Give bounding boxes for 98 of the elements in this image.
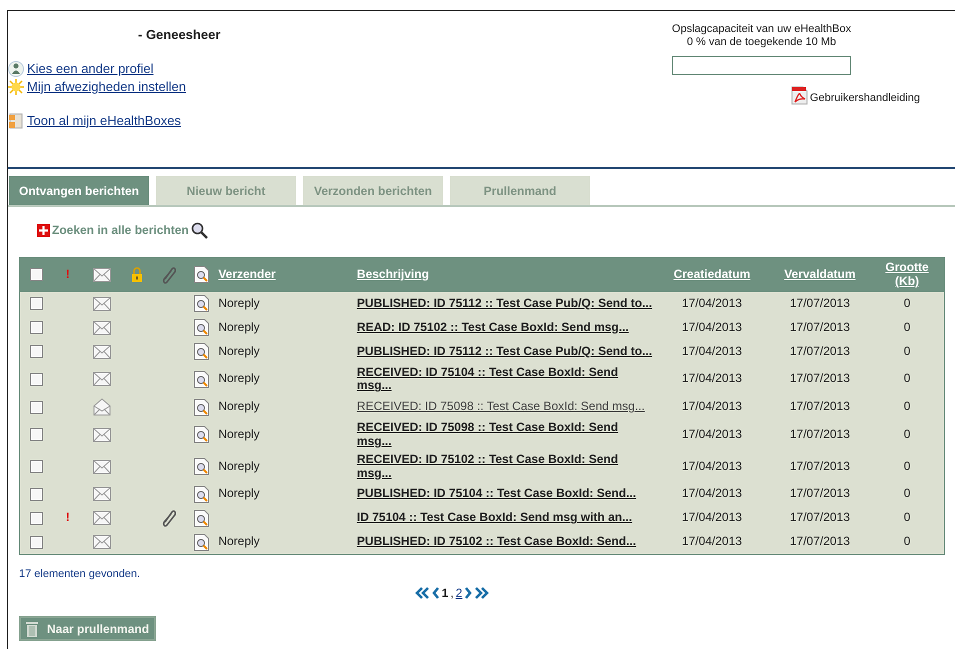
document-preview-icon [194,343,209,360]
envelope-icon [92,268,111,282]
page-link[interactable]: 2 [456,584,462,602]
row-checkbox[interactable] [30,400,44,414]
row-checkbox[interactable] [30,512,44,525]
document-preview-icon [194,295,209,312]
sender-cell: Noreply [218,486,260,500]
date-cell: 17/07/2013 [790,344,850,358]
message-link[interactable]: PUBLISHED: ID 75112 :: Test Case Pub/Q: Send to... [356,296,652,310]
date-cell: 17/07/2013 [790,534,850,548]
date-cell: 17/07/2013 [790,320,850,334]
size-cell: 0 [904,534,910,548]
date-cell: 17/07/2013 [790,510,850,524]
size-cell: 0 [904,458,910,473]
paperclip-icon [162,266,176,284]
message-link[interactable]: RECEIVED: ID 75104 :: Test Case BoxId: Send msg... [356,366,652,394]
date-cell: 17/04/2013 [682,320,742,334]
urgent-header: ! [66,266,70,281]
sun-icon [8,78,24,94]
size-cell: 0 [904,399,910,414]
document-preview-icon [194,458,209,476]
sender-cell: Noreply [218,296,260,310]
result-count: 17 elementen gevonden. [19,566,142,582]
date-cell: 17/04/2013 [682,510,742,524]
date-cell: 17/04/2013 [682,534,742,548]
role-title: - Geneesheer [138,26,220,44]
row-checkbox[interactable] [30,536,44,549]
message-link[interactable]: RECEIVED: ID 75102 :: Test Case BoxId: Send msg... [356,452,652,480]
date-cell: 17/04/2013 [682,296,742,310]
row-checkbox[interactable] [30,428,44,442]
row-checkbox[interactable] [30,297,44,310]
size-cell: 0 [904,296,910,310]
date-cell: 17/04/2013 [682,344,742,358]
sender-cell: Noreply [218,427,260,442]
message-link[interactable]: RECEIVED: ID 75098 :: Test Case BoxId: Send msg... [356,400,645,414]
row-checkbox[interactable] [30,345,44,358]
size-cell: 0 [904,486,910,500]
urgent-mark: ! [66,510,70,524]
document-preview-icon [194,398,209,416]
next-page-icon [464,587,472,600]
size-cell: 0 [904,320,910,334]
size-cell: 0 [904,427,910,442]
size-cell: 0 [904,371,910,386]
storage-reading: 0 % van de toegekende 10 Mb [686,36,836,50]
document-preview-icon [194,370,209,388]
first-page-icon [414,587,430,600]
message-link[interactable]: PUBLISHED: ID 75112 :: Test Case Pub/Q: Send to... [356,344,652,358]
date-cell: 17/07/2013 [790,486,850,500]
date-cell: 17/07/2013 [790,399,850,414]
boxes-icon [8,112,24,130]
sender-cell: Noreply [218,458,260,473]
document-preview-icon [194,486,209,503]
date-cell: 17/04/2013 [682,371,742,386]
header-link[interactable]: Kies een ander profiel [27,58,154,78]
page-link[interactable]: 1 [442,584,448,602]
select-all-checkbox[interactable] [30,268,44,282]
plus-icon [37,224,50,236]
document-preview-icon [194,510,209,527]
document-preview-icon [194,319,209,336]
document-preview-icon [194,534,209,551]
header-link[interactable]: Mijn afwezigheden instellen [27,76,186,96]
row-checkbox[interactable] [30,321,44,334]
padlock-icon [130,267,143,282]
date-cell: 17/07/2013 [790,458,850,473]
sender-cell: Noreply [218,320,260,334]
date-cell: 17/04/2013 [682,427,742,442]
message-link[interactable]: ID 75104 :: Test Case BoxId: Send msg with an... [356,511,632,526]
size-cell: 0 [904,510,910,524]
message-link[interactable]: PUBLISHED: ID 75102 :: Test Case BoxId: Send... [356,535,636,550]
person-icon [8,60,24,76]
last-page-icon [474,587,490,600]
sender-cell: Noreply [218,344,260,358]
message-link[interactable]: PUBLISHED: ID 75104 :: Test Case BoxId: Send... [356,487,636,502]
message-link[interactable]: READ: ID 75102 :: Test Case BoxId: Send msg... [356,320,629,334]
trash-icon [25,620,39,638]
row-checkbox[interactable] [30,488,44,501]
document-preview-icon [194,266,209,284]
previous-page-icon [432,587,440,600]
message-link[interactable]: RECEIVED: ID 75098 :: Test Case BoxId: Send msg... [356,421,652,449]
header-link[interactable]: Toon al mijn eHealthBoxes [27,110,181,130]
row-checkbox[interactable] [30,460,44,473]
date-cell: 17/07/2013 [790,371,850,386]
manual-link[interactable]: Gebruikershandleiding [810,92,920,106]
search-icon [190,222,208,238]
pdf-icon [790,86,808,106]
document-preview-icon [194,426,209,444]
row-checkbox[interactable] [30,372,44,386]
date-cell: 17/07/2013 [790,296,850,310]
date-cell: 17/04/2013 [682,486,742,500]
size-cell: 0 [904,344,910,358]
date-cell: 17/07/2013 [790,427,850,442]
storage-title: Opslagcapaciteit van uw eHealthBox [672,23,852,36]
date-cell: 17/04/2013 [682,399,742,414]
page-separator: , [450,585,454,602]
date-cell: 17/04/2013 [682,458,742,473]
sender-cell: Noreply [218,534,260,548]
sender-cell: Noreply [218,371,260,386]
sender-cell: Noreply [218,399,260,414]
